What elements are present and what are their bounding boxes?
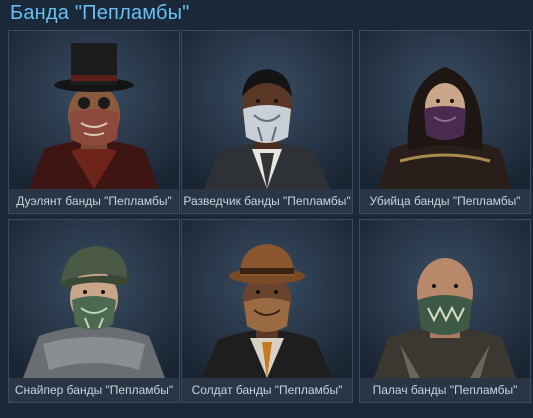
character-card-executioner[interactable]: Палач банды "Пепламбы" — [359, 219, 531, 403]
character-card-scout[interactable]: Разведчик банды "Пепламбы" — [181, 30, 353, 214]
character-card-soldier[interactable]: Солдат банды "Пепламбы" — [181, 219, 353, 403]
soldier-portrait — [182, 220, 352, 378]
character-label: Солдат банды "Пепламбы" — [182, 378, 352, 402]
character-card-sniper[interactable]: Снайпер банды "Пепламбы" — [8, 219, 180, 403]
character-grid: Дуэлянт банды "Пепламбы" Разведчик банды… — [8, 30, 531, 414]
assassin-portrait — [360, 31, 530, 189]
character-label: Убийца банды "Пепламбы" — [360, 189, 530, 213]
character-card-assassin[interactable]: Убийца банды "Пепламбы" — [359, 30, 531, 214]
character-label: Палач банды "Пепламбы" — [360, 378, 530, 402]
character-label: Дуэлянт банды "Пепламбы" — [9, 189, 179, 213]
character-card-duelist[interactable]: Дуэлянт банды "Пепламбы" — [8, 30, 180, 214]
character-label: Разведчик банды "Пепламбы" — [182, 189, 352, 213]
scout-portrait — [182, 31, 352, 189]
executioner-portrait — [360, 220, 530, 378]
character-label: Снайпер банды "Пепламбы" — [9, 378, 179, 402]
section-title: Банда "Пепламбы" — [10, 2, 190, 24]
duelist-portrait — [9, 31, 179, 189]
sniper-portrait — [9, 220, 179, 378]
